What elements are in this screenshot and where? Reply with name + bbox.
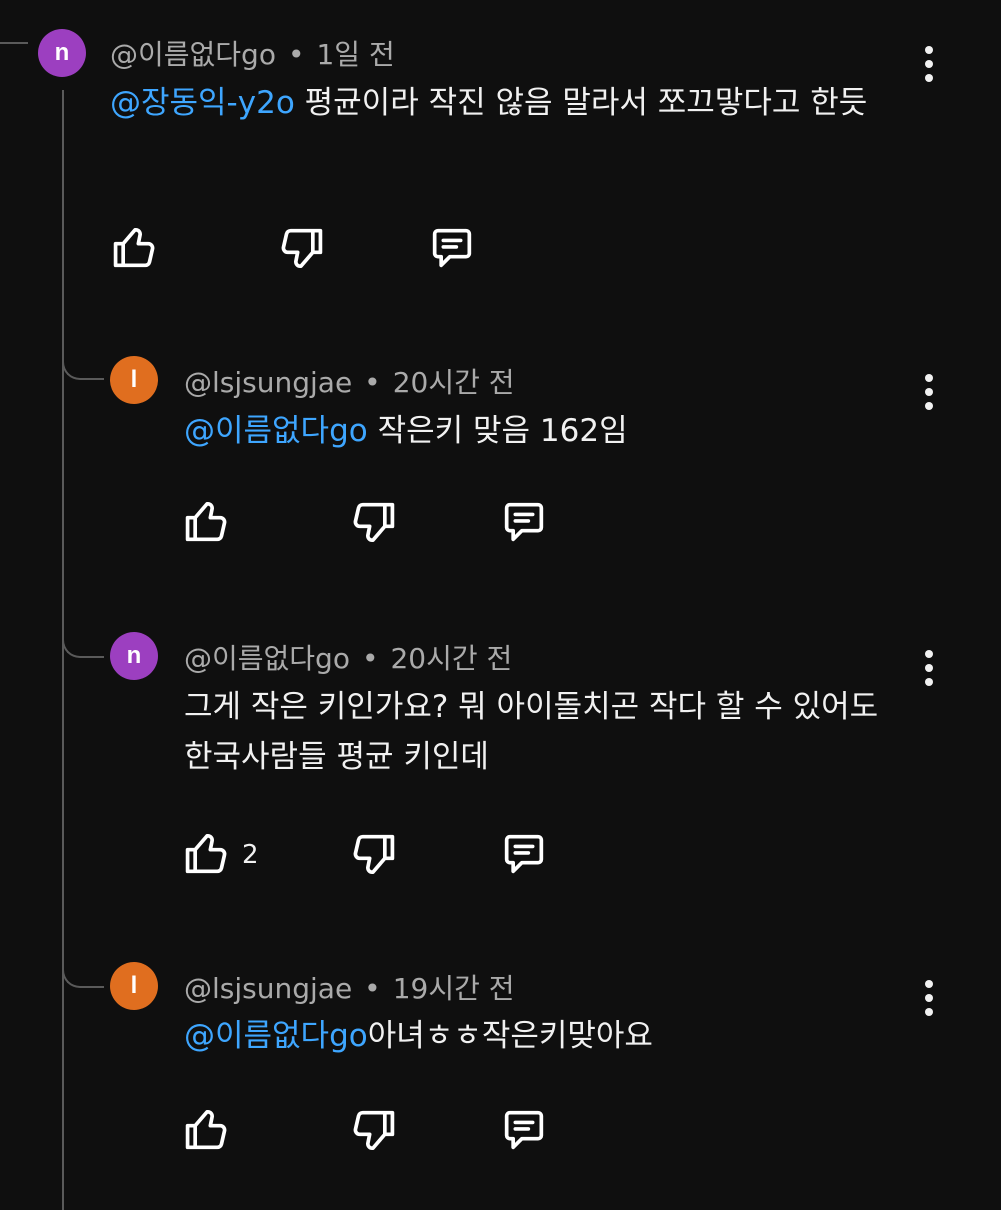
thumbs-down-icon[interactable] xyxy=(276,222,328,274)
reply-icon[interactable] xyxy=(498,496,550,548)
thumbs-down-icon[interactable] xyxy=(348,1104,400,1156)
thread-branch xyxy=(62,930,104,988)
avatar[interactable]: n xyxy=(110,632,158,680)
thumbs-up-icon[interactable] xyxy=(180,1104,232,1156)
author-name[interactable]: @lsjsungjae xyxy=(184,366,352,399)
comment-text: @이름없다go아녀ㅎㅎ작은키맞아요 xyxy=(184,1018,653,1054)
reply-icon[interactable] xyxy=(426,222,478,274)
comment-text: 그게 작은 키인가요? 뭐 아이돌치곤 작다 할 수 있어도 한국사람들 평균 … xyxy=(184,689,879,775)
separator: • xyxy=(361,642,379,675)
thread-branch xyxy=(62,320,104,380)
comment-meta: @lsjsungjae • 19시간 전 xyxy=(184,967,515,1007)
separator: • xyxy=(364,972,381,1005)
timestamp[interactable]: 1일 전 xyxy=(316,38,394,71)
thumbs-down-icon[interactable] xyxy=(348,828,400,880)
thumbs-up-icon[interactable] xyxy=(180,496,232,548)
comment-text: @이름없다go 작은키 맞음 162임 xyxy=(184,413,628,449)
separator: • xyxy=(287,38,305,71)
like-count: 2 xyxy=(242,840,259,870)
thread-line-main xyxy=(62,90,64,1210)
reply-icon[interactable] xyxy=(498,1104,550,1156)
comment-meta: @이름없다go • 20시간 전 xyxy=(184,637,512,677)
reply-icon[interactable] xyxy=(498,828,550,880)
mention-link[interactable]: @이름없다go xyxy=(184,413,368,449)
thumbs-up-icon[interactable] xyxy=(108,222,160,274)
avatar[interactable]: l xyxy=(110,962,158,1010)
timestamp[interactable]: 20시간 전 xyxy=(393,366,515,399)
author-name[interactable]: @이름없다go xyxy=(184,642,350,675)
avatar[interactable]: n xyxy=(38,29,86,77)
avatar[interactable]: l xyxy=(110,356,158,404)
more-icon[interactable] xyxy=(909,640,949,696)
thumbs-up-icon[interactable] xyxy=(180,828,232,880)
author-name[interactable]: @lsjsungjae xyxy=(184,972,352,1005)
thread-line-top xyxy=(0,42,28,44)
more-icon[interactable] xyxy=(909,970,949,1026)
comment-meta: @이름없다go • 1일 전 xyxy=(110,33,395,73)
separator: • xyxy=(364,366,381,399)
thumbs-down-icon[interactable] xyxy=(348,496,400,548)
mention-link[interactable]: @장동익-y2o xyxy=(110,85,295,121)
author-name[interactable]: @이름없다go xyxy=(110,38,276,71)
mention-link[interactable]: @이름없다go xyxy=(184,1018,368,1054)
comment-meta: @lsjsungjae • 20시간 전 xyxy=(184,361,515,401)
timestamp[interactable]: 19시간 전 xyxy=(393,972,515,1005)
timestamp[interactable]: 20시간 전 xyxy=(390,642,512,675)
thread-branch xyxy=(62,600,104,658)
comment-text: @장동익-y2o 평균이라 작진 않음 말라서 쪼끄맣다고 한듯 xyxy=(110,85,868,121)
more-icon[interactable] xyxy=(909,364,949,420)
